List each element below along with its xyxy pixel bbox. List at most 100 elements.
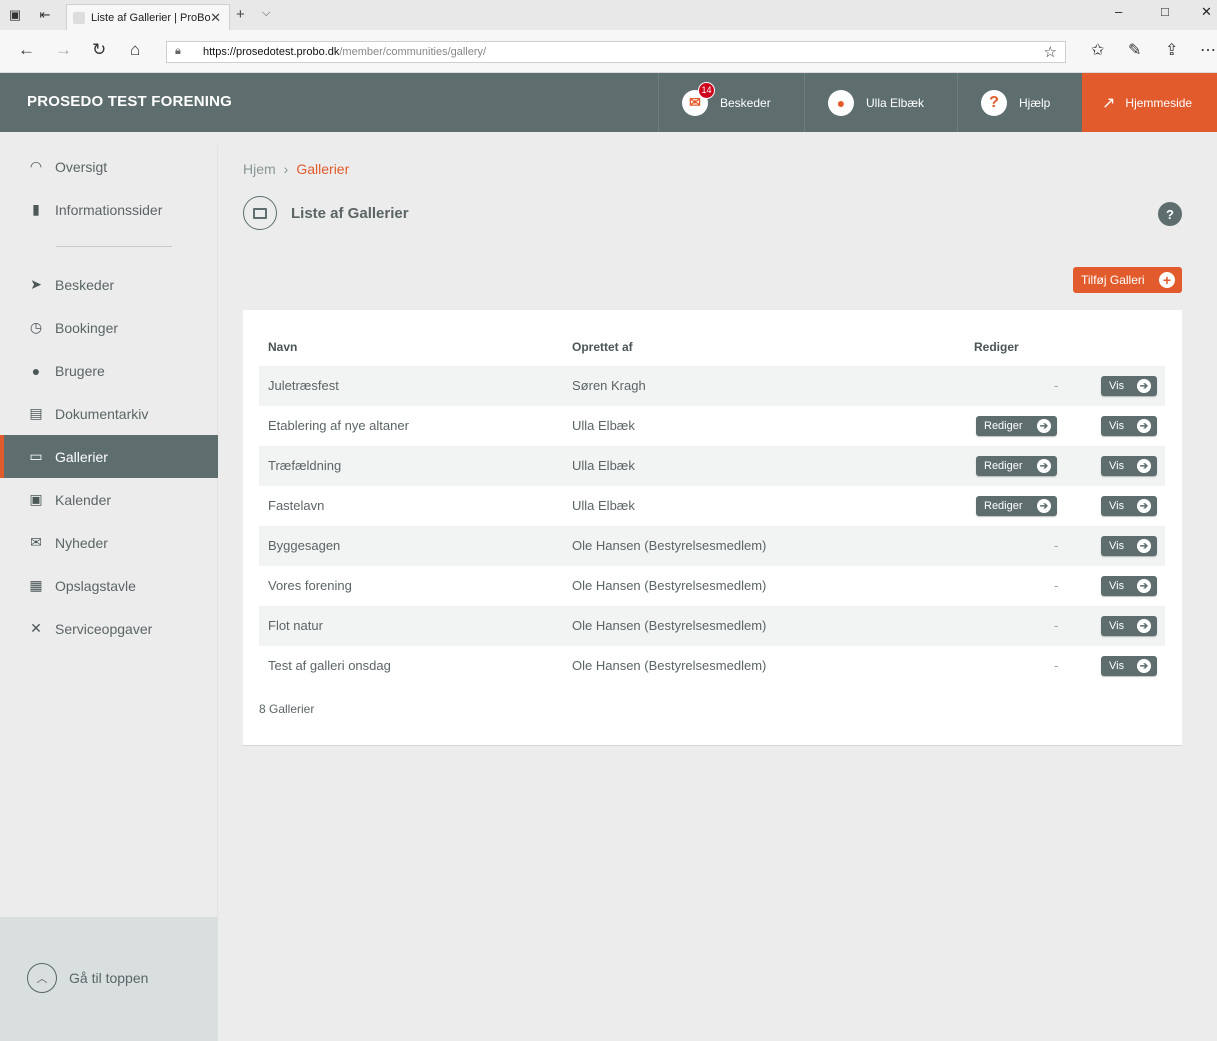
sidebar-item-label: Gallerier (55, 448, 108, 465)
sidebar-item-oversigt[interactable]: ◠ Oversigt (0, 145, 218, 188)
close-window-icon[interactable]: ✕ (1201, 4, 1212, 20)
gallery-name: Flot natur (268, 618, 323, 633)
url-text: https://prosedotest.probo.dk/member/comm… (203, 46, 487, 58)
brand-name[interactable]: PROSEDO TEST FORENING (27, 93, 232, 110)
view-button[interactable]: Vis ➔ (1101, 576, 1157, 596)
user-icon: ● (828, 89, 854, 116)
address-bar-row: ← → ↻ ⌂ 🔒︎ https://prosedotest.probo.dk/… (0, 30, 1217, 73)
sidebar-item-informationssider[interactable]: ▮ Informationssider (0, 188, 218, 231)
table-row: Flot natur Ole Hansen (Bestyrelsesmedlem… (259, 606, 1165, 646)
table-row: Juletræsfest Søren Kragh - Vis ➔ (259, 366, 1165, 406)
arrow-right-icon: ➔ (1037, 419, 1051, 433)
help-icon[interactable]: ? (1158, 202, 1182, 226)
home-icon[interactable]: ⌂ (130, 40, 140, 60)
sidebar-footer: ︿ Gå til toppen (0, 917, 218, 1041)
maximize-icon[interactable]: □ (1161, 4, 1169, 19)
sidebar-item-label: Serviceopgaver (55, 620, 153, 637)
sidebar-item-opslagstavle[interactable]: ▦ Opslagstavle (0, 564, 218, 607)
browser-tab[interactable]: Liste af Gallerier | ProBo ✕ (66, 4, 230, 30)
no-edit-mark: - (1054, 378, 1059, 393)
view-label: Vis (1109, 500, 1125, 512)
sidebar-item-label: Opslagstavle (55, 577, 136, 594)
archive-icon: ▤ (29, 405, 43, 421)
gallery-table: Navn Oprettet af Rediger Juletræsfest Sø… (243, 310, 1182, 746)
tab-title: Liste af Gallerier | ProBo (91, 11, 211, 24)
pen-icon[interactable]: ✎ (1128, 40, 1141, 60)
column-header-name: Navn (268, 340, 298, 354)
sidebar-item-dokumentarkiv[interactable]: ▤ Dokumentarkiv (0, 392, 218, 435)
view-button[interactable]: Vis ➔ (1101, 536, 1157, 556)
tools-icon: ✕ (30, 620, 42, 636)
close-tab-icon[interactable]: ✕ (210, 10, 221, 26)
add-gallery-button[interactable]: Tilføj Galleri + (1073, 267, 1182, 293)
refresh-icon[interactable]: ↻ (92, 40, 106, 60)
sidebar-item-gallerier[interactable]: ▭ Gallerier (0, 435, 218, 478)
gallery-name: Træfældning (268, 458, 342, 473)
breadcrumb: Hjem › Gallerier (243, 161, 349, 177)
edit-button[interactable]: Rediger ➔ (976, 496, 1057, 516)
no-edit-mark: - (1054, 658, 1059, 673)
sidebar-item-serviceopgaver[interactable]: ✕ Serviceopgaver (0, 607, 218, 650)
tab-actions-icon[interactable]: ▣ (0, 0, 30, 30)
no-edit-mark: - (1054, 618, 1059, 633)
view-button[interactable]: Vis ➔ (1101, 496, 1157, 516)
page-title: Liste af Gallerier (291, 204, 409, 222)
edit-button[interactable]: Rediger ➔ (976, 456, 1057, 476)
arrow-right-icon: ➔ (1137, 659, 1151, 673)
forward-icon[interactable]: → (55, 40, 72, 60)
view-label: Vis (1109, 580, 1125, 592)
sidebar-item-label: Nyheder (55, 534, 108, 551)
edit-button[interactable]: Rediger ➔ (976, 416, 1057, 436)
back-icon[interactable]: ← (18, 40, 35, 60)
new-tab-icon[interactable]: + (236, 6, 245, 23)
chevron-right-icon: › (283, 161, 289, 177)
tab-preview-chevron-icon[interactable]: ⌵ (262, 7, 270, 20)
view-label: Vis (1109, 380, 1125, 392)
table-row: Vores forening Ole Hansen (Bestyrelsesme… (259, 566, 1165, 606)
calendar-icon: ▣ (29, 491, 43, 507)
sidebar-item-kalender[interactable]: ▣ Kalender (0, 478, 218, 521)
user-icon: ● (31, 362, 41, 379)
view-button[interactable]: Vis ➔ (1101, 656, 1157, 676)
paper-plane-icon: ➤ (30, 276, 42, 292)
edit-label: Rediger (984, 500, 1023, 512)
view-label: Vis (1109, 620, 1125, 632)
more-icon[interactable]: ⋯ (1200, 40, 1216, 60)
favorites-list-icon[interactable]: ✩ (1091, 40, 1104, 60)
messages-button[interactable]: ✉ 14 Beskeder (658, 73, 804, 132)
arrow-right-icon: ➔ (1137, 619, 1151, 633)
view-button[interactable]: Vis ➔ (1101, 616, 1157, 636)
gauge-icon: ◠ (29, 158, 43, 174)
minimize-icon[interactable]: – (1115, 4, 1122, 19)
breadcrumb-home[interactable]: Hjem (243, 161, 276, 177)
board-icon: ▦ (29, 577, 43, 593)
sidebar-item-beskeder[interactable]: ➤ Beskeder (0, 263, 218, 306)
homepage-button[interactable]: ↗ Hjemmeside (1082, 73, 1217, 132)
gallery-name: Fastelavn (268, 498, 325, 513)
arrow-right-icon: ➔ (1137, 459, 1151, 473)
share-icon[interactable]: ⇪ (1165, 40, 1178, 60)
sidebar-item-label: Oversigt (55, 158, 108, 175)
user-button[interactable]: ● Ulla Elbæk (804, 73, 957, 132)
gallery-creator: Søren Kragh (572, 378, 646, 393)
url-field[interactable]: 🔒︎ https://prosedotest.probo.dk/member/c… (166, 41, 1066, 63)
column-header-edit: Rediger (974, 340, 1019, 354)
view-button[interactable]: Vis ➔ (1101, 376, 1157, 396)
sidebar-item-bookinger[interactable]: ◷ Bookinger (0, 306, 218, 349)
browser-tab-bar: ▣ ⇤ Liste af Gallerier | ProBo ✕ + ⌵ – □… (0, 0, 1217, 30)
view-button[interactable]: Vis ➔ (1101, 416, 1157, 436)
app-header: PROSEDO TEST FORENING ✉ 14 Beskeder ● Ul… (0, 73, 1217, 132)
column-header-created-by: Oprettet af (572, 340, 633, 354)
help-button[interactable]: ? Hjælp (957, 73, 1082, 132)
sidebar-item-brugere[interactable]: ● Brugere (0, 349, 218, 392)
gallery-creator: Ole Hansen (Bestyrelsesmedlem) (572, 658, 767, 673)
add-gallery-label: Tilføj Galleri (1081, 273, 1145, 287)
plus-icon: + (1159, 272, 1175, 288)
view-button[interactable]: Vis ➔ (1101, 456, 1157, 476)
sidebar-divider (56, 246, 172, 247)
homepage-label: Hjemmeside (1125, 95, 1193, 110)
go-to-top-button[interactable]: ︿ Gå til toppen (27, 963, 148, 993)
favorite-star-icon[interactable]: ☆ (1044, 43, 1057, 61)
set-aside-tabs-icon[interactable]: ⇤ (30, 0, 60, 30)
sidebar-item-nyheder[interactable]: ✉ Nyheder (0, 521, 218, 564)
